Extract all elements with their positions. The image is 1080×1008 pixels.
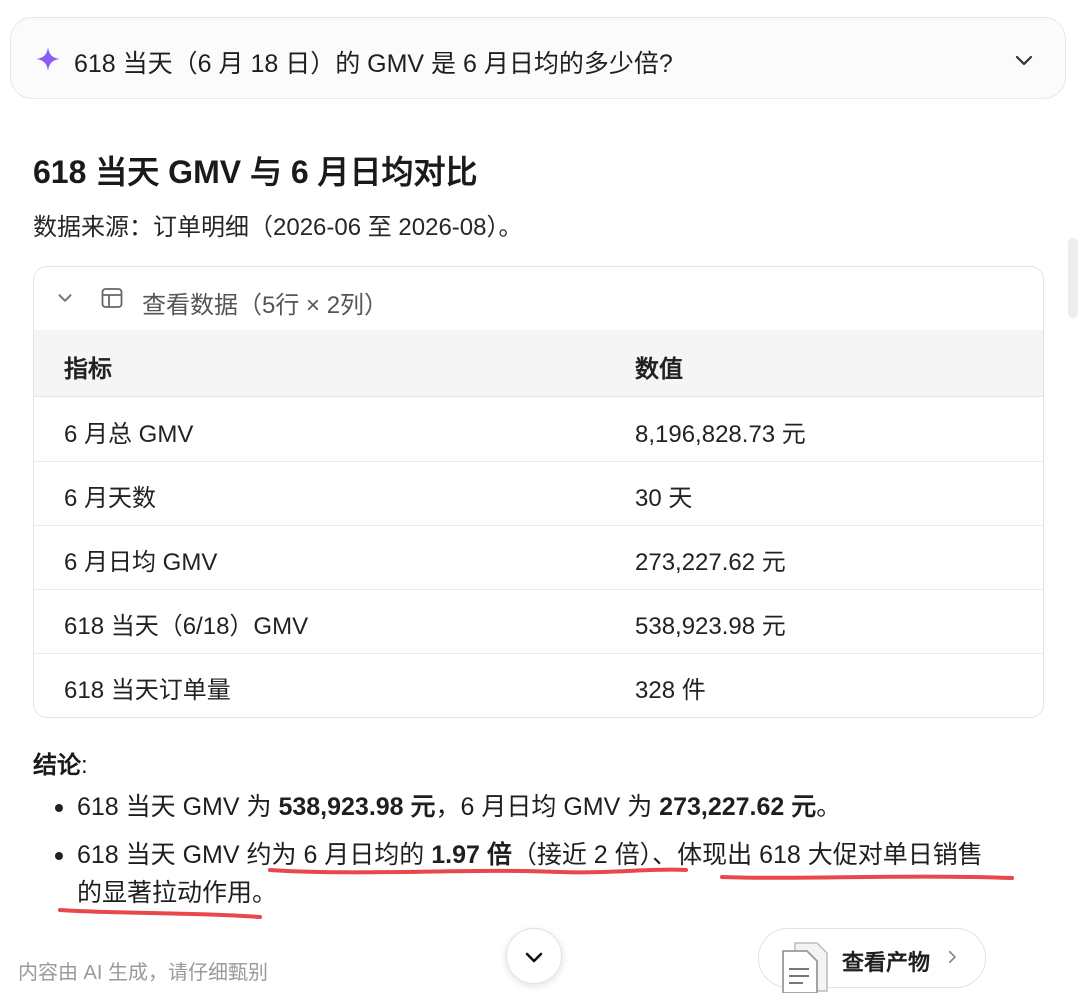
bullet-text: ，6 月日均 GMV 为 bbox=[435, 793, 660, 821]
bullet-bold-value: 538,923.98 元 bbox=[278, 793, 436, 821]
bullet-text: 618 当天 GMV 约为 6 月日均的 bbox=[77, 841, 432, 869]
conclusion-heading: 结论: bbox=[33, 745, 88, 780]
data-table-card: 查看数据（5行 × 2列） 指标 数值 6 月总 GMV 8,196,828.7… bbox=[33, 266, 1044, 718]
table-cell: 328 件 bbox=[635, 677, 706, 704]
scroll-down-button[interactable] bbox=[506, 928, 562, 984]
table-cell: 6 月天数 bbox=[64, 485, 157, 512]
conclusion-bullet-2-continuation: 的显著拉动作用。 bbox=[77, 879, 278, 907]
conclusion-colon: : bbox=[81, 752, 88, 779]
table-row: 6 月天数 30 天 bbox=[34, 461, 1043, 526]
table-cell: 273,227.62 元 bbox=[635, 549, 786, 576]
chevron-down-icon bbox=[525, 952, 543, 963]
table-icon bbox=[101, 288, 123, 308]
data-table-toggle[interactable]: 查看数据（5行 × 2列） bbox=[34, 267, 1043, 331]
bullet-text: 。 bbox=[816, 793, 842, 821]
table-cell: 6 月总 GMV bbox=[64, 421, 194, 448]
column-header-metric: 指标 bbox=[64, 356, 112, 383]
table-row: 618 当天订单量 328 件 bbox=[34, 653, 1043, 717]
answer-title: 618 当天 GMV 与 6 月日均对比 bbox=[33, 154, 478, 190]
view-artifact-label: 查看产物 bbox=[842, 950, 931, 975]
data-source-text: 数据来源：订单明细（2026-06 至 2026-08）。 bbox=[33, 214, 523, 241]
conclusion-heading-text: 结论 bbox=[33, 752, 81, 779]
table-row: 618 当天（6/18）GMV 538,923.98 元 bbox=[34, 589, 1043, 654]
sparkle-icon bbox=[36, 47, 60, 71]
scrollbar[interactable] bbox=[1068, 238, 1078, 318]
question-text: 618 当天（6 月 18 日）的 GMV 是 6 月日均的多少倍? bbox=[74, 50, 673, 78]
chevron-down-icon[interactable] bbox=[1012, 48, 1036, 72]
table-row: 6 月总 GMV 8,196,828.73 元 bbox=[34, 397, 1043, 462]
bullet-bold-value: 273,227.62 元 bbox=[659, 793, 817, 821]
ai-disclaimer: 内容由 AI 生成，请仔细甄别 bbox=[18, 962, 269, 984]
column-header-value: 数值 bbox=[635, 356, 683, 383]
table-row: 6 月日均 GMV 273,227.62 元 bbox=[34, 525, 1043, 590]
view-artifact-button[interactable]: 查看产物 bbox=[758, 928, 986, 993]
data-table-toggle-label: 查看数据（5行 × 2列） bbox=[142, 292, 389, 319]
red-underline-2 bbox=[720, 874, 1014, 880]
document-icon bbox=[782, 942, 828, 993]
bullet-text: 618 当天 GMV 为 bbox=[77, 793, 279, 821]
table-cell: 618 当天（6/18）GMV bbox=[64, 613, 309, 640]
chevron-down-icon bbox=[58, 294, 72, 302]
bullet-bold-value: 1.97 倍 bbox=[431, 841, 512, 869]
table-cell: 538,923.98 元 bbox=[635, 613, 786, 640]
table-cell: 6 月日均 GMV bbox=[64, 549, 218, 576]
conclusion-bullet-2: 618 当天 GMV 约为 6 月日均的 1.97 倍（接近 2 倍）、体现出 … bbox=[77, 840, 983, 870]
bullet-dot bbox=[55, 804, 63, 812]
red-underline-1 bbox=[268, 867, 688, 875]
table-cell: 8,196,828.73 元 bbox=[635, 421, 806, 448]
table-cell: 30 天 bbox=[635, 485, 693, 512]
bullet-dot bbox=[55, 852, 63, 860]
chevron-right-icon bbox=[948, 950, 956, 964]
conclusion-bullet-1: 618 当天 GMV 为 538,923.98 元，6 月日均 GMV 为 27… bbox=[77, 792, 841, 822]
table-header-row: 指标 数值 bbox=[34, 330, 1043, 397]
table-cell: 618 当天订单量 bbox=[64, 677, 231, 704]
bullet-text: （接近 2 倍）、体现出 618 大促对单日销售 bbox=[511, 841, 983, 869]
red-underline-3 bbox=[58, 908, 262, 919]
